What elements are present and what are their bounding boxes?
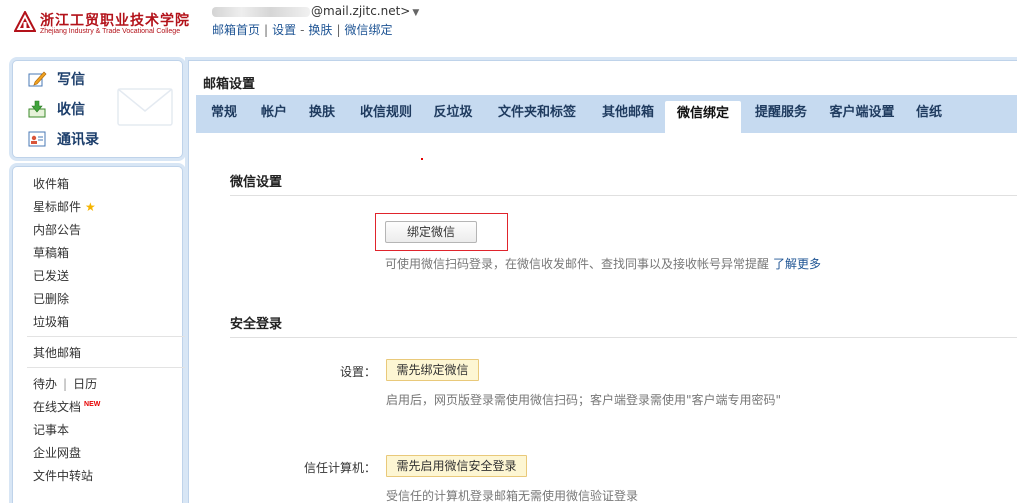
download-arrow-icon bbox=[28, 100, 46, 118]
folder-notice[interactable]: 内部公告 bbox=[33, 221, 81, 238]
link-calendar[interactable]: 日历 bbox=[73, 377, 97, 391]
red-marker bbox=[421, 158, 423, 160]
link-settings[interactable]: 设置 bbox=[272, 23, 296, 37]
college-emblem-icon bbox=[14, 11, 36, 32]
folder-spam[interactable]: 垃圾箱 bbox=[33, 313, 69, 330]
link-separator: | bbox=[264, 23, 269, 37]
tab-account[interactable]: 帐户 bbox=[254, 103, 294, 133]
sidebar-divider bbox=[27, 367, 187, 368]
folder-starred[interactable]: 星标邮件 ★ bbox=[33, 198, 96, 215]
wechat-section-title: 微信设置 bbox=[230, 175, 283, 190]
folder-inbox[interactable]: 收件箱 bbox=[33, 175, 69, 192]
compose-button[interactable]: 写信 bbox=[27, 67, 85, 91]
learn-more-link[interactable]: 了解更多 bbox=[773, 257, 821, 271]
folder-drafts[interactable]: 草稿箱 bbox=[33, 244, 69, 261]
todo-separator: | bbox=[63, 377, 68, 391]
section-divider bbox=[230, 195, 1017, 196]
link-skin[interactable]: 换肤 bbox=[308, 23, 332, 37]
user-email: @mail.zjitc.net> bbox=[311, 4, 411, 18]
tab-skin[interactable]: 换肤 bbox=[302, 103, 342, 133]
folder-sent[interactable]: 已发送 bbox=[33, 267, 69, 284]
tab-folders-labels[interactable]: 文件夹和标签 bbox=[489, 103, 585, 133]
bind-wechat-button[interactable]: 绑定微信 bbox=[385, 221, 477, 243]
link-todo[interactable]: 待办 bbox=[33, 377, 57, 391]
wechat-hint-text: 可使用微信扫码登录，在微信收发邮件、查找同事以及接收帐号异常提醒 bbox=[385, 257, 770, 271]
tab-stationery[interactable]: 信纸 bbox=[910, 103, 948, 133]
pencil-icon bbox=[28, 71, 47, 87]
receive-button[interactable]: 收信 bbox=[27, 97, 85, 121]
section-divider bbox=[230, 337, 1017, 338]
trusted-computer-label: 信任计算机： bbox=[303, 461, 376, 475]
page-title: 邮箱设置 bbox=[189, 61, 1017, 95]
setting-label: 设置： bbox=[339, 365, 376, 379]
receive-label: 收信 bbox=[57, 102, 85, 118]
todo-calendar-row: 待办 | 日历 bbox=[33, 375, 97, 392]
link-separator: | bbox=[336, 23, 341, 37]
obscured-username bbox=[212, 6, 310, 17]
settings-panel: 邮箱设置 常规 帐户 换肤 收信规则 反垃圾 文件夹和标签 其他邮箱 微信绑定 … bbox=[188, 60, 1017, 503]
new-badge: NEW bbox=[84, 401, 101, 408]
top-header: 浙江工贸职业技术学院 Zhejiang Industry & Trade Voc… bbox=[0, 0, 1017, 52]
contacts-button[interactable]: 通讯录 bbox=[27, 127, 99, 151]
link-netdisk[interactable]: 企业网盘 bbox=[33, 444, 81, 461]
tab-client-settings[interactable]: 客户端设置 bbox=[820, 103, 904, 133]
college-logo[interactable]: 浙江工贸职业技术学院 Zhejiang Industry & Trade Voc… bbox=[12, 6, 207, 40]
logo-chinese-name: 浙江工贸职业技术学院 bbox=[40, 13, 190, 29]
wechat-hint: 可使用微信扫码登录，在微信收发邮件、查找同事以及接收帐号异常提醒 了解更多 bbox=[385, 255, 821, 272]
folder-other-mailbox[interactable]: 其他邮箱 bbox=[33, 344, 81, 361]
link-file-transfer[interactable]: 文件中转站 bbox=[33, 467, 93, 484]
sidebar-divider bbox=[27, 336, 187, 337]
wechat-settings-content: 微信设置 绑定微信 可使用微信扫码登录，在微信收发邮件、查找同事以及接收帐号异常… bbox=[196, 133, 1017, 503]
online-docs-label: 在线文档 bbox=[33, 400, 82, 414]
setting-hint: 启用后，网页版登录需使用微信扫码；客户端登录需使用"客户端专用密码" bbox=[386, 393, 782, 407]
tab-anti-spam[interactable]: 反垃圾 bbox=[427, 103, 479, 133]
address-book-icon bbox=[28, 131, 46, 147]
tab-reminder[interactable]: 提醒服务 bbox=[746, 103, 816, 133]
folder-starred-label: 星标邮件 bbox=[33, 200, 82, 214]
contacts-label: 通讯录 bbox=[57, 132, 99, 148]
compose-label: 写信 bbox=[57, 72, 85, 88]
link-mail-home[interactable]: 邮箱首页 bbox=[212, 23, 260, 37]
tab-other-mailbox[interactable]: 其他邮箱 bbox=[593, 103, 663, 133]
require-secure-login-button[interactable]: 需先启用微信安全登录 bbox=[386, 455, 527, 477]
security-section-title: 安全登录 bbox=[230, 317, 283, 332]
tab-wechat-bind[interactable]: 微信绑定 bbox=[665, 101, 741, 133]
link-online-docs[interactable]: 在线文档 NEW bbox=[33, 398, 100, 415]
quick-actions-panel: 写信 收信 通讯录 bbox=[12, 60, 183, 158]
trusted-hint: 受信任的计算机登录邮箱无需使用微信验证登录 bbox=[386, 489, 639, 503]
link-wechat-bind[interactable]: 微信绑定 bbox=[344, 23, 392, 37]
link-notes[interactable]: 记事本 bbox=[33, 421, 69, 438]
account-switcher[interactable]: @mail.zjitc.net> ▼ bbox=[212, 4, 419, 18]
settings-tabbar: 常规 帐户 换肤 收信规则 反垃圾 文件夹和标签 其他邮箱 微信绑定 提醒服务 … bbox=[196, 95, 1017, 133]
link-separator: - bbox=[300, 23, 305, 37]
require-bind-button[interactable]: 需先绑定微信 bbox=[386, 359, 479, 381]
top-links: 邮箱首页 | 设置 - 换肤 | 微信绑定 bbox=[212, 21, 393, 38]
tab-receive-rules[interactable]: 收信规则 bbox=[351, 103, 421, 133]
folder-deleted[interactable]: 已删除 bbox=[33, 290, 69, 307]
star-icon: ★ bbox=[85, 200, 96, 214]
caret-down-icon[interactable]: ▼ bbox=[412, 8, 419, 18]
tab-general[interactable]: 常规 bbox=[204, 103, 244, 133]
envelope-watermark-icon bbox=[117, 88, 173, 126]
folder-sidebar: 收件箱 星标邮件 ★ 内部公告 草稿箱 已发送 已删除 垃圾箱 其他邮箱 待办 | 日… bbox=[12, 166, 187, 503]
logo-english-name: Zhejiang Industry & Trade Vocational Col… bbox=[40, 28, 181, 35]
